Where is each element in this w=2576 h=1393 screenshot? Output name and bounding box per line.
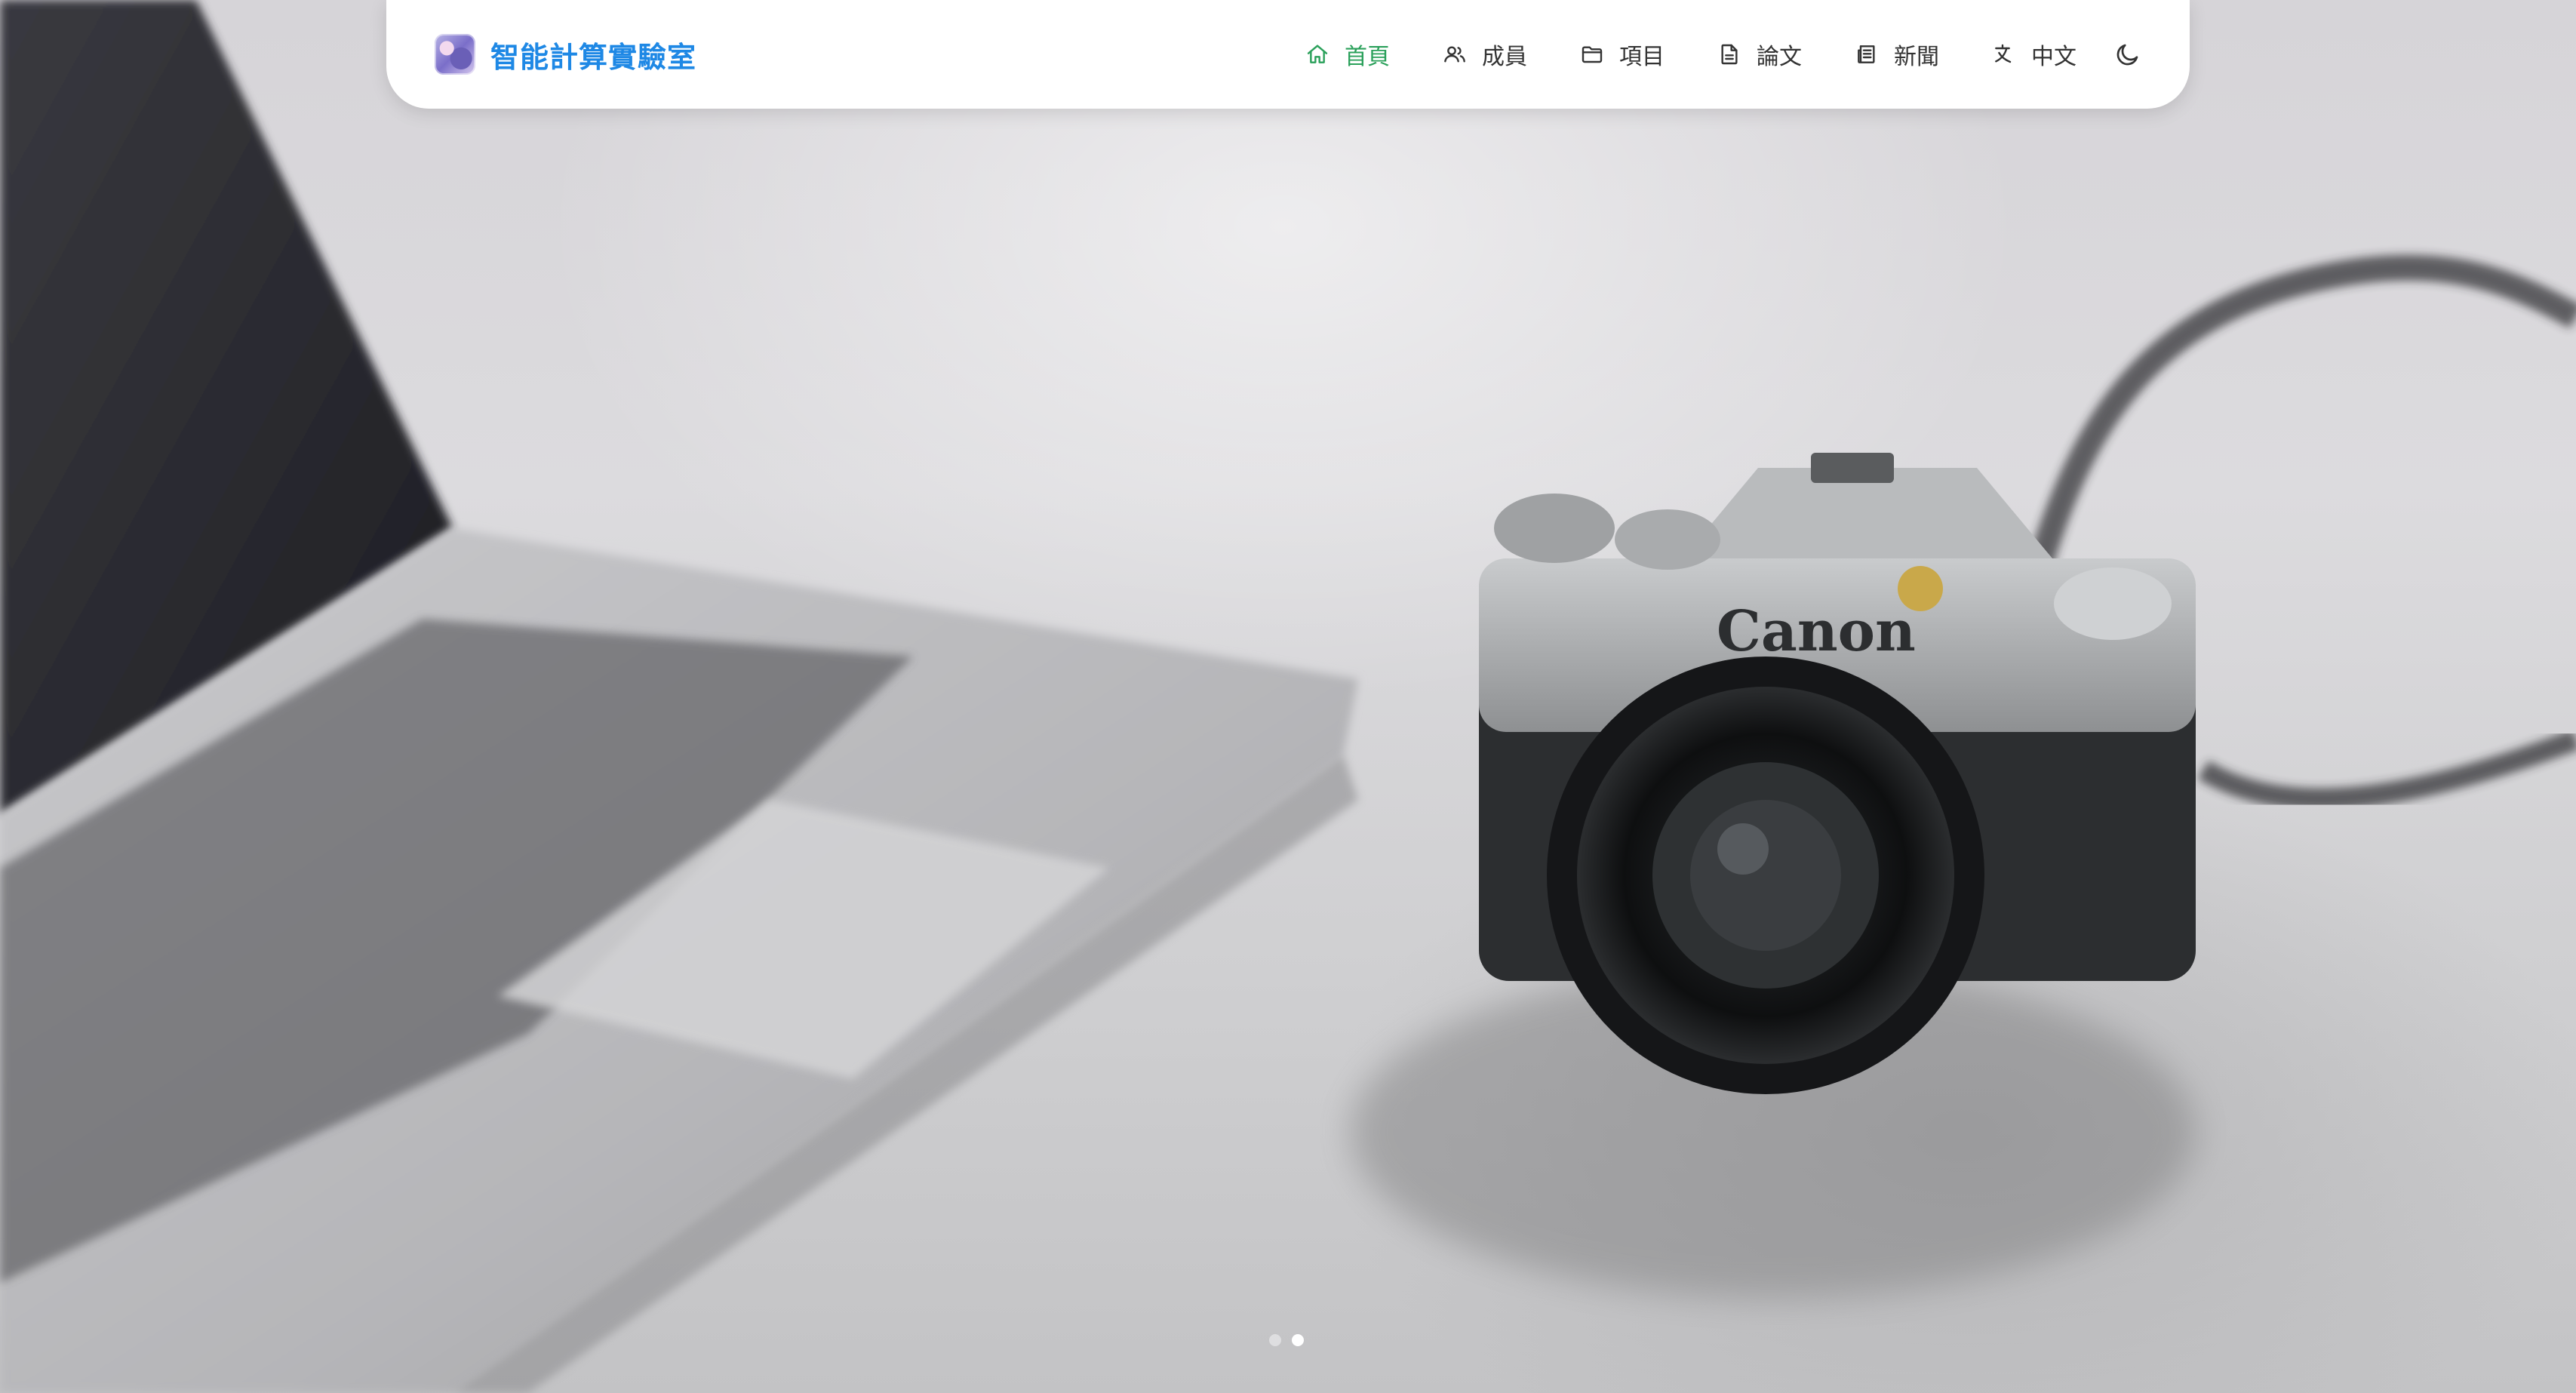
nav-label-papers: 論文 [1757, 44, 1802, 70]
document-icon [1721, 44, 1738, 65]
nav-item-news[interactable]: 新聞 [1855, 38, 1939, 71]
theme-toggle-button[interactable] [2114, 41, 2141, 68]
carousel-indicators [1269, 1334, 1304, 1346]
nav-label-members: 成員 [1482, 44, 1527, 70]
hero-carousel-slide: Canon [0, 0, 2576, 1393]
hero-image: Canon [0, 0, 2576, 1393]
users-icon [1444, 46, 1465, 63]
page: Canon 智能計算實驗室 首頁 成員 項目 論文 新聞 中文 [0, 0, 2576, 1393]
nav-label-projects: 項目 [1619, 44, 1665, 70]
brand-link[interactable]: 智能計算實驗室 [435, 34, 696, 75]
language-switch[interactable]: 中文 [1992, 38, 2076, 71]
nav-item-members[interactable]: 成員 [1443, 38, 1527, 71]
home-icon [1307, 45, 1328, 63]
nav-item-papers[interactable]: 論文 [1717, 38, 1802, 71]
nav-label-language: 中文 [2031, 44, 2076, 70]
main-nav: 首頁 成員 項目 論文 新聞 中文 [1305, 38, 2141, 71]
translate-icon [1995, 44, 2012, 63]
nav-item-projects[interactable]: 項目 [1580, 38, 1665, 71]
top-navbar: 智能計算實驗室 首頁 成員 項目 論文 新聞 中文 [386, 0, 2190, 109]
nav-label-home: 首頁 [1345, 44, 1390, 70]
lab-logo-icon [435, 34, 475, 75]
carousel-dot-2[interactable] [1292, 1334, 1304, 1346]
newspaper-icon [1858, 45, 1875, 63]
brand-title: 智能計算實驗室 [490, 40, 697, 74]
nav-label-news: 新聞 [1894, 44, 1939, 70]
nav-item-home[interactable]: 首頁 [1305, 38, 1390, 71]
folder-icon [1582, 46, 1603, 63]
carousel-dot-1[interactable] [1269, 1334, 1281, 1346]
camera-brand-lettering: Canon [1717, 599, 1916, 664]
moon-icon [2116, 44, 2138, 66]
